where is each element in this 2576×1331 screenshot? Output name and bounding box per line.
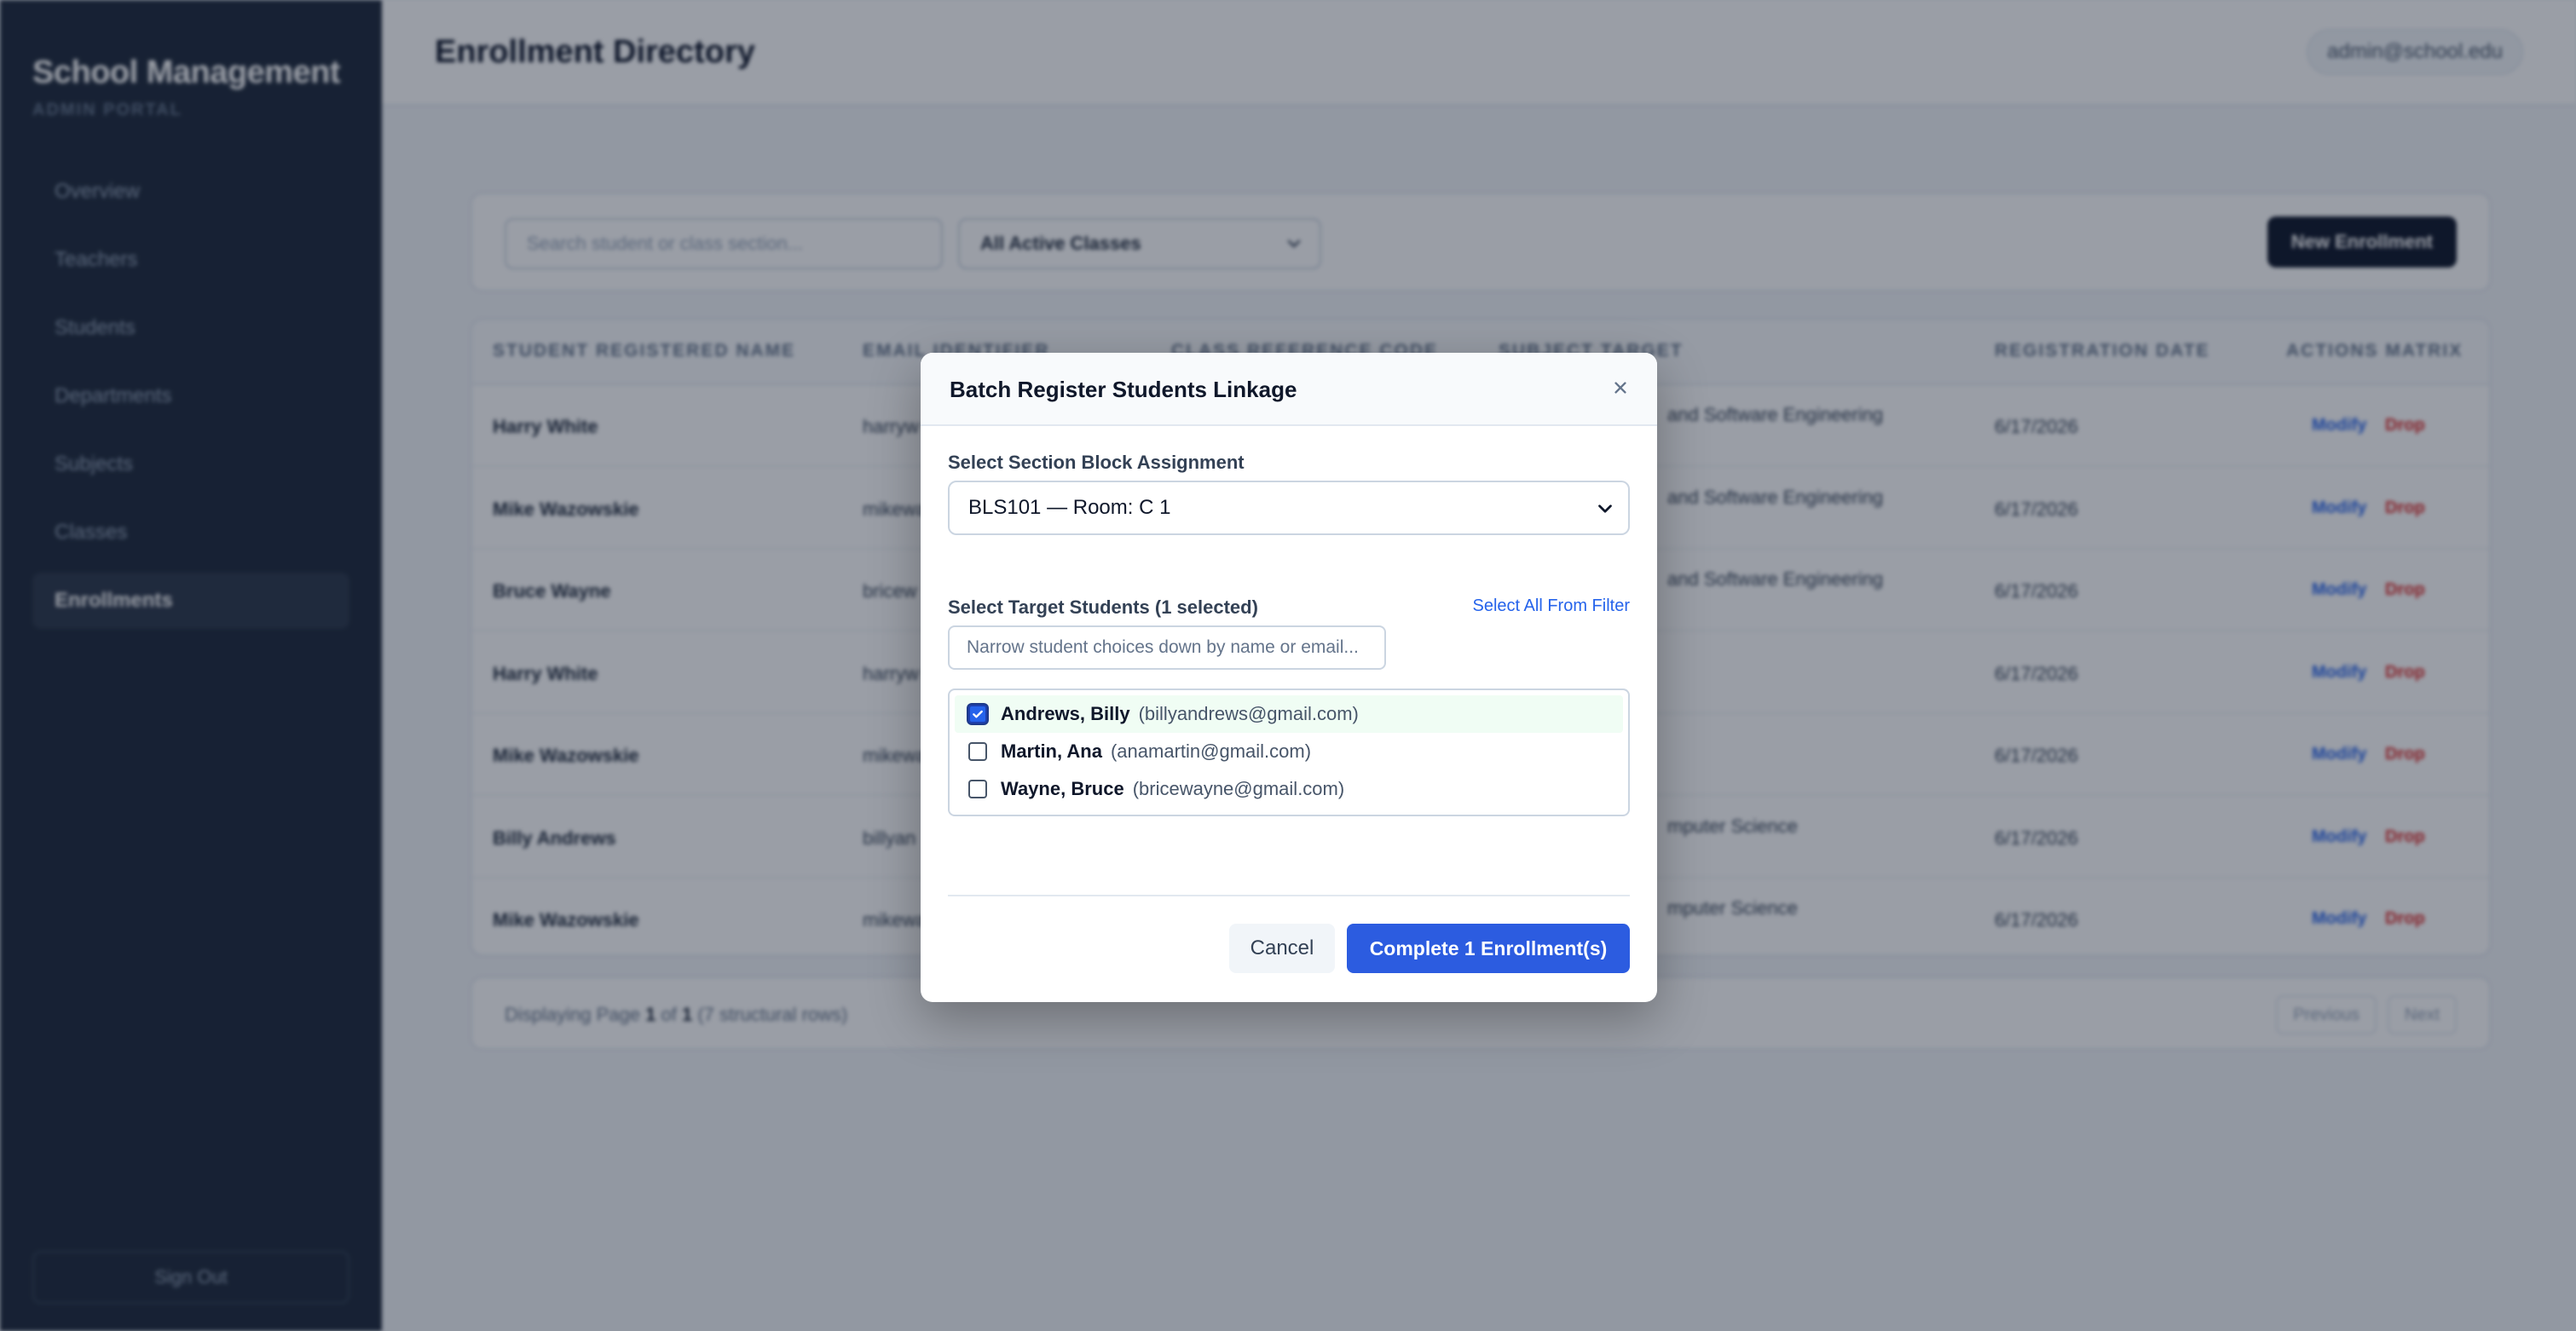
student-name: Andrews, Billy	[1001, 703, 1130, 724]
students-label: Select Target Students (1 selected)	[948, 596, 1258, 618]
modal-title: Batch Register Students Linkage	[950, 377, 1297, 402]
student-option[interactable]: Andrews, Billy (billyandrews@gmail.com)	[955, 695, 1623, 733]
modal-divider	[948, 895, 1630, 896]
check-icon	[973, 710, 983, 718]
student-email: (anamartin@gmail.com)	[1110, 740, 1312, 762]
checkbox[interactable]	[968, 742, 987, 761]
student-email: (bricewayne@gmail.com)	[1132, 778, 1345, 799]
section-label: Select Section Block Assignment	[948, 452, 1245, 473]
close-icon[interactable]	[1609, 377, 1632, 399]
section-select-value: BLS101 — Room: C 1	[968, 496, 1171, 519]
student-name: Martin, Ana	[1001, 740, 1102, 762]
student-checklist: Andrews, Billy (billyandrews@gmail.com) …	[948, 689, 1630, 816]
batch-register-modal: Batch Register Students Linkage Select S…	[921, 353, 1657, 1002]
modal-header: Batch Register Students Linkage	[921, 353, 1657, 426]
student-option[interactable]: Martin, Ana (anamartin@gmail.com)	[955, 733, 1623, 770]
section-select[interactable]: BLS101 — Room: C 1	[948, 481, 1630, 535]
student-filter-input[interactable]	[948, 625, 1386, 670]
checkbox[interactable]	[968, 705, 987, 723]
complete-enrollment-button[interactable]: Complete 1 Enrollment(s)	[1347, 924, 1630, 973]
checkbox[interactable]	[968, 780, 987, 798]
chevron-down-icon	[1598, 504, 1612, 513]
student-name: Wayne, Bruce	[1001, 778, 1124, 799]
student-email: (billyandrews@gmail.com)	[1138, 703, 1359, 724]
cancel-button[interactable]: Cancel	[1229, 924, 1335, 973]
student-option[interactable]: Wayne, Bruce (bricewayne@gmail.com)	[955, 770, 1623, 808]
select-all-link[interactable]: Select All From Filter	[1473, 596, 1630, 616]
